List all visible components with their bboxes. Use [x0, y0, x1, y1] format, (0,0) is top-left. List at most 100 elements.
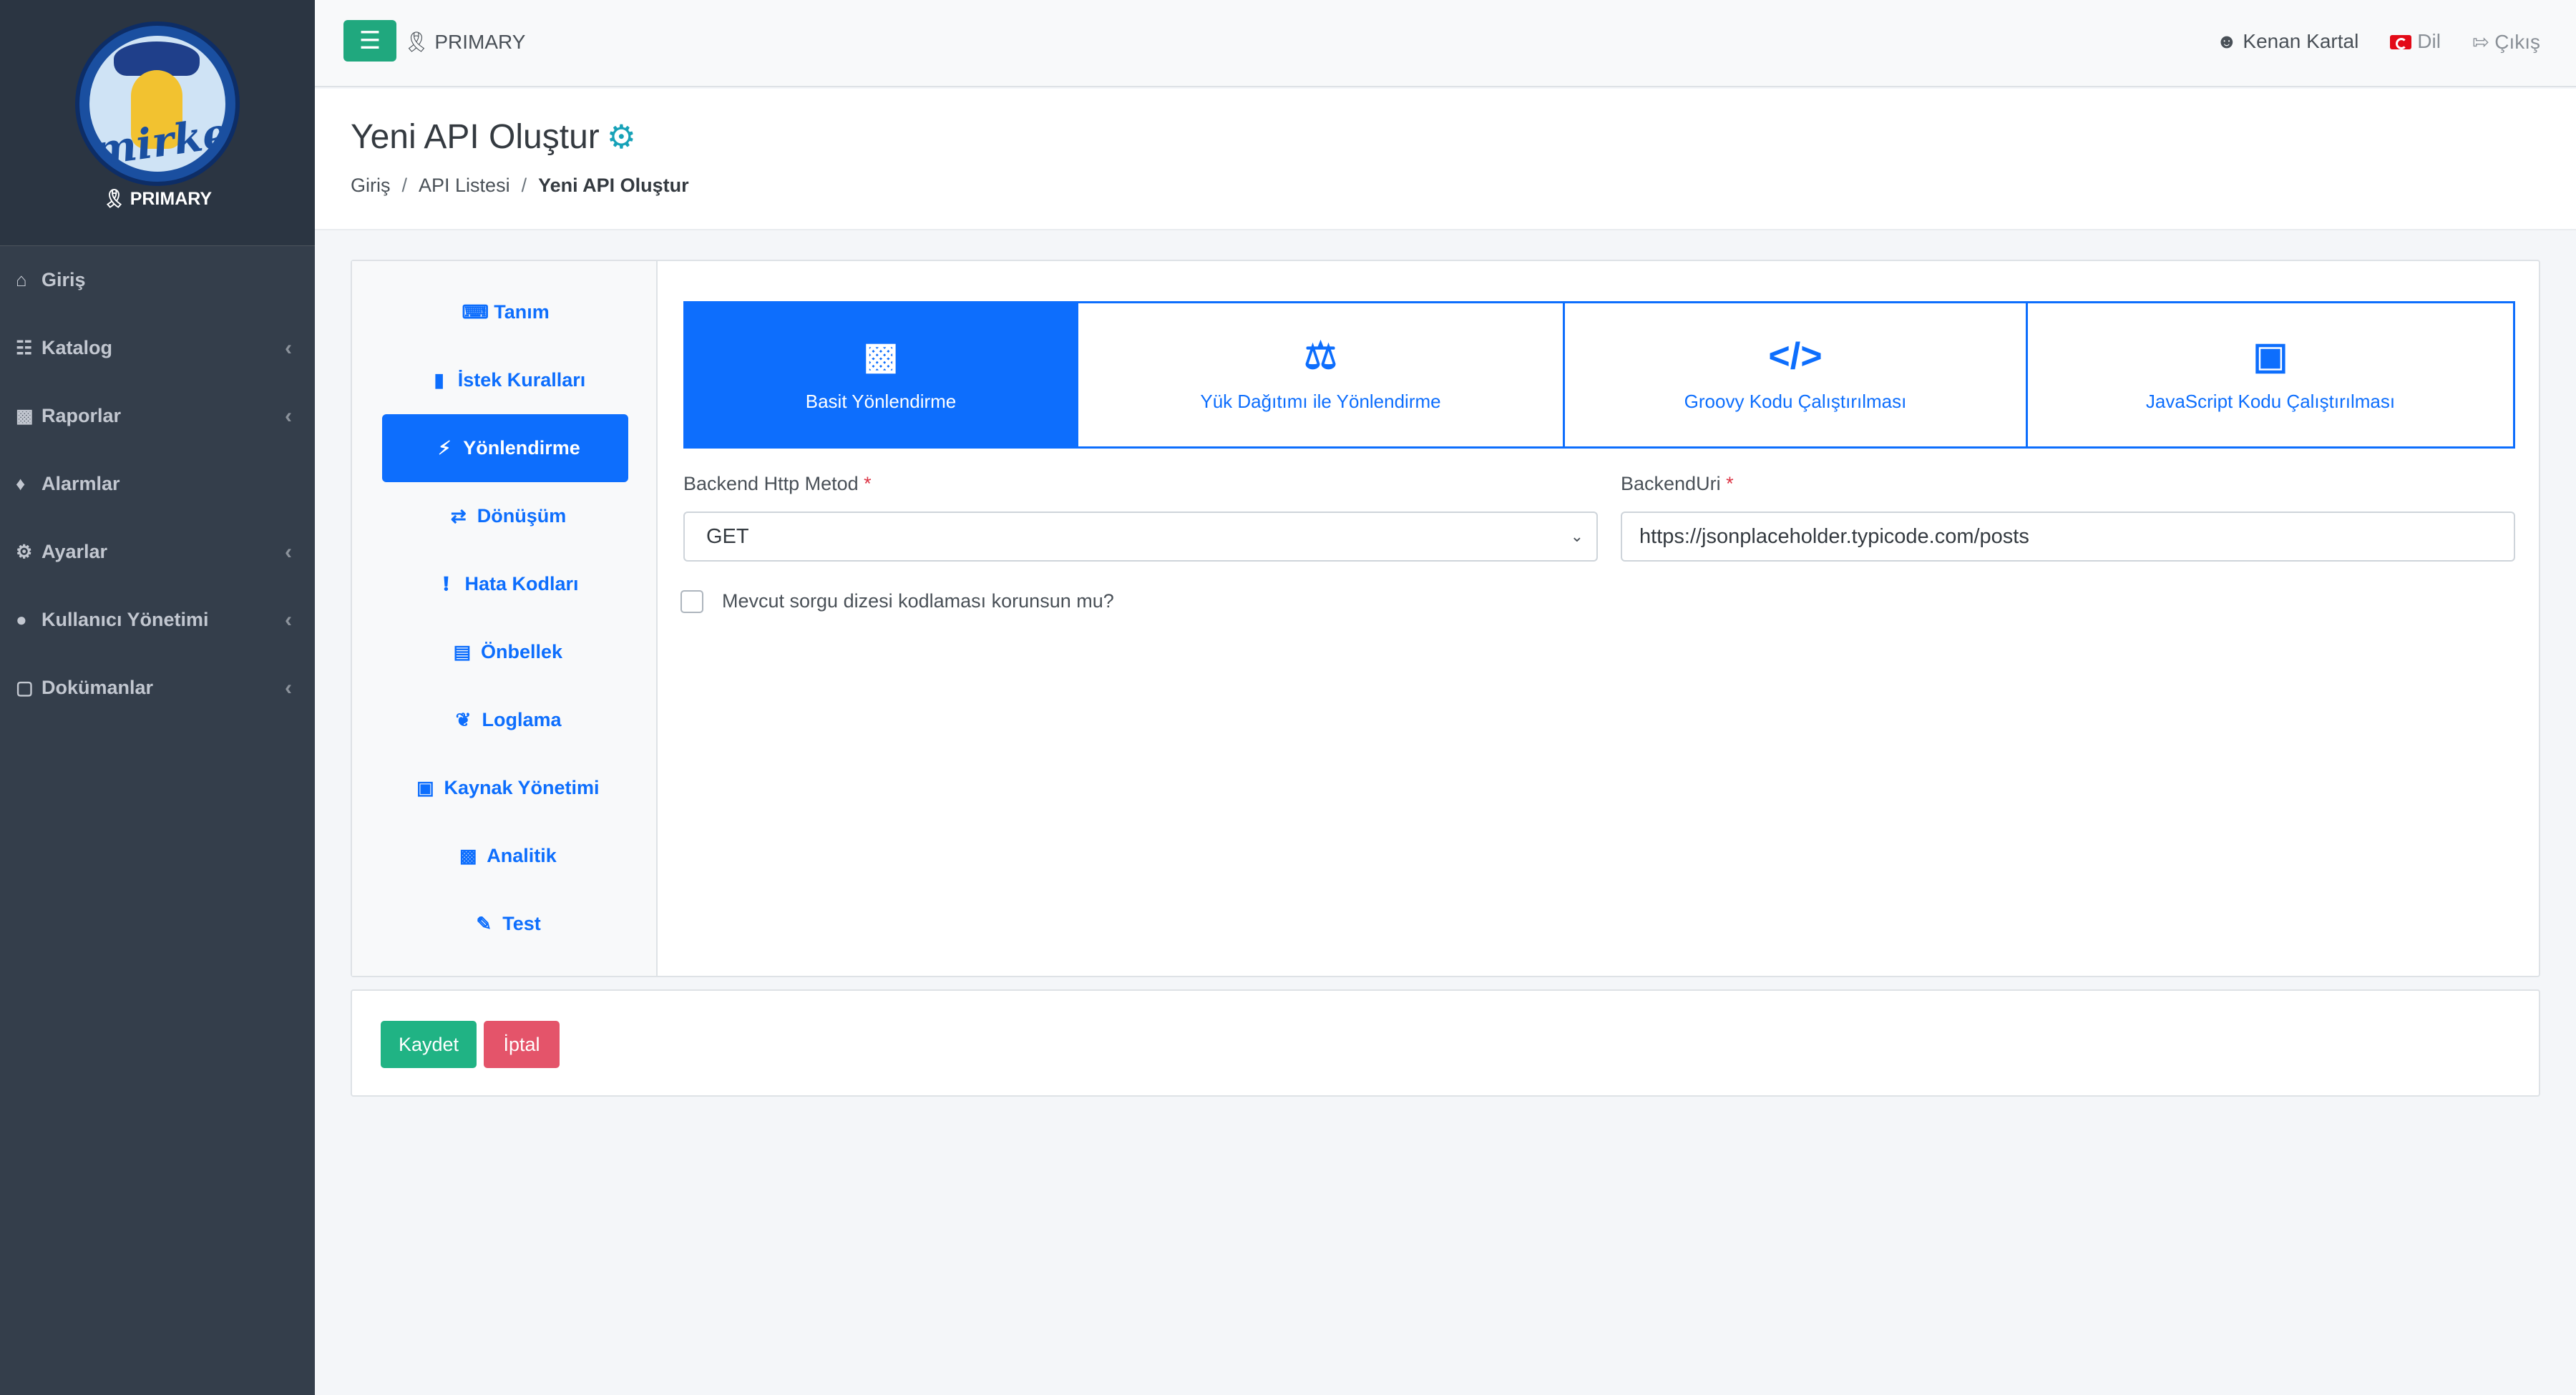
chevron-left-icon: ‹ [285, 403, 292, 428]
sidebar-item-label: Ayarlar [42, 541, 108, 562]
chevron-left-icon: ‹ [285, 675, 292, 700]
chevron-left-icon: ‹ [285, 607, 292, 632]
bolt-icon: ⚡︎ [438, 437, 452, 459]
tab-analitik[interactable]: ▩ Analitik [382, 822, 628, 890]
tab-yonlendirme[interactable]: ⚡︎ Yönlendirme [382, 414, 628, 482]
leaf-icon: ❦ [455, 709, 472, 730]
top-role: 🎗︎ PRIMARY [404, 30, 525, 54]
breadcrumb-home[interactable]: Giriş [351, 175, 391, 197]
routing-type-load-balance[interactable]: ⚖︎ Yük Dağıtımı ile Yönlendirme [1076, 301, 1565, 449]
hamburger-icon: ☰ [358, 27, 381, 54]
chart-icon: ▩ [459, 845, 477, 866]
preserve-query-encoding-label: Mevcut sorgu dizesi kodlaması korunsun m… [722, 590, 1114, 612]
language-label: Dil [2417, 30, 2441, 52]
sidebar-item-kullanici-yonetimi[interactable]: ● Kullanıcı Yönetimi ‹ [0, 586, 315, 654]
routing-type-label: Yük Dağıtımı ile Yönlendirme [1200, 390, 1441, 412]
laptop-code-icon: ▣ [2253, 335, 2288, 377]
sidebar-item-giris[interactable]: ⌂ Giriş [0, 246, 315, 314]
page-title: Yeni API Oluştur ⚙ [351, 117, 636, 157]
page-header: Yeni API Oluştur ⚙ Giriş / API Listesi / … [315, 89, 2576, 230]
tab-hata-kodlari[interactable]: ❗︎ Hata Kodları [382, 550, 628, 618]
menu-toggle-button[interactable]: ☰ [343, 20, 396, 62]
tab-loglama[interactable]: ❦ Loglama [382, 686, 628, 754]
bell-icon: ♦ [16, 473, 26, 494]
tab-label: İstek Kuralları [457, 369, 586, 391]
balance-scale-icon: ⚖︎ [1304, 335, 1337, 377]
top-navbar: ☰ 🎗︎ PRIMARY ☻ Kenan Kartal Dil ⇰ Çıkış [315, 0, 2576, 87]
users-icon: ● [16, 609, 27, 630]
routing-type-simple[interactable]: ▩ Basit Yönlendirme [683, 301, 1078, 449]
ribbon-icon: 🎗︎ [102, 189, 126, 209]
home-icon: ⌂ [16, 269, 27, 290]
brand-role-label: PRIMARY [130, 189, 213, 209]
page-title-text: Yeni API Oluştur [351, 118, 600, 156]
preserve-query-encoding-checkbox[interactable] [680, 590, 703, 613]
user-menu[interactable]: ☻ Kenan Kartal [2216, 30, 2358, 54]
logout-label: Çıkış [2494, 31, 2540, 53]
mirket-logo[interactable]: mirket [75, 21, 240, 186]
http-method-select[interactable]: GET ⌄ [683, 512, 1598, 562]
tab-onbellek[interactable]: ▤ Önbellek [382, 618, 628, 686]
tab-kaynak-yonetimi[interactable]: ▣ Kaynak Yönetimi [382, 754, 628, 822]
breadcrumb-separator: / [521, 175, 527, 196]
tab-label: Tanım [494, 301, 550, 323]
breadcrumb-api-list[interactable]: API Listesi [419, 175, 510, 197]
tab-label: Yönlendirme [463, 437, 580, 459]
routing-type-selector: ▩ Basit Yönlendirme ⚖︎ Yük Dağıtımı ile … [683, 301, 2515, 449]
sidebar-item-ayarlar[interactable]: ⚙ Ayarlar ‹ [0, 518, 315, 586]
brand-role: 🎗︎ PRIMARY [0, 189, 315, 210]
tab-label: Loglama [482, 709, 562, 730]
tab-label: Kaynak Yönetimi [444, 777, 600, 798]
api-form-card: ⌨ Tanım ▮ İstek Kuralları ⚡︎ Yönlendirme ⇄ D… [351, 260, 2540, 977]
routing-type-label: Groovy Kodu Çalıştırılması [1684, 390, 1907, 412]
required-marker: * [1726, 473, 1734, 494]
sidebar: mirket 🎗︎ PRIMARY ⌂ Giriş ☷ Katalog ‹ ▩ R… [0, 0, 315, 1395]
sidebar-item-label: Dokümanlar [42, 677, 154, 698]
tab-label: Önbellek [480, 641, 563, 662]
tab-label: Dönüşüm [477, 505, 567, 527]
lock-icon: ▣ [416, 777, 434, 798]
tab-label: Analitik [487, 845, 557, 866]
backend-uri-input[interactable]: https://jsonplaceholder.typicode.com/pos… [1621, 512, 2515, 562]
exclamation-icon: ❗︎ [443, 572, 449, 594]
form-actions-card: Kaydet İptal [351, 989, 2540, 1097]
user-name: Kenan Kartal [2243, 30, 2359, 52]
top-role-label: PRIMARY [434, 31, 526, 53]
cancel-button[interactable]: İptal [484, 1021, 560, 1068]
language-menu[interactable]: Dil [2390, 30, 2441, 54]
routing-panel: ▩ Basit Yönlendirme ⚖︎ Yük Dağıtımı ile … [658, 261, 2539, 976]
tab-tanim[interactable]: ⌨ Tanım [382, 278, 628, 346]
breadcrumb: Giriş / API Listesi / Yeni API Oluştur [351, 175, 689, 197]
turkish-flag-icon [2390, 35, 2412, 49]
tab-donusum[interactable]: ⇄ Dönüşüm [382, 482, 628, 550]
tab-label: Test [502, 913, 541, 934]
sidebar-item-alarmlar[interactable]: ♦ Alarmlar [0, 450, 315, 518]
chevron-down-icon: ⌄ [1570, 527, 1584, 545]
book-icon: ▮ [434, 369, 444, 391]
breadcrumb-current: Yeni API Oluştur [538, 175, 689, 196]
tab-istek-kurallari[interactable]: ▮ İstek Kuralları [382, 346, 628, 414]
top-right-menu: ☻ Kenan Kartal Dil ⇰ Çıkış [2216, 30, 2540, 54]
sidebar-item-katalog[interactable]: ☷ Katalog ‹ [0, 314, 315, 382]
tab-test[interactable]: ✎ Test [382, 890, 628, 958]
sidebar-item-dokumanlar[interactable]: ▢ Dokümanlar ‹ [0, 654, 315, 722]
routing-type-label: JavaScript Kodu Çalıştırılması [2145, 390, 2396, 412]
http-method-value: GET [706, 525, 749, 548]
sidebar-item-label: Giriş [42, 269, 86, 290]
tab-label: Hata Kodları [464, 573, 579, 594]
save-button[interactable]: Kaydet [381, 1021, 477, 1068]
memory-icon: ▤ [453, 641, 472, 662]
required-marker: * [864, 473, 872, 494]
logout-link[interactable]: ⇰ Çıkış [2472, 30, 2540, 54]
breadcrumb-separator: / [401, 175, 408, 196]
routing-type-javascript[interactable]: ▣ JavaScript Kodu Çalıştırılması [2026, 301, 2515, 449]
routing-type-groovy[interactable]: </> Groovy Kodu Çalıştırılması [1563, 301, 2028, 449]
sidebar-item-raporlar[interactable]: ▩ Raporlar ‹ [0, 382, 315, 450]
method-label-text: Backend Http Metod [683, 473, 859, 494]
cogs-icon: ⚙ [606, 118, 637, 155]
method-field-label: Backend Http Metod * [683, 473, 872, 495]
sidebar-item-label: Raporlar [42, 405, 122, 426]
routing-type-label: Basit Yönlendirme [805, 390, 957, 412]
chevron-left-icon: ‹ [285, 336, 292, 360]
vertical-tabs: ⌨ Tanım ▮ İstek Kuralları ⚡︎ Yönlendirme ⇄ D… [352, 261, 658, 976]
